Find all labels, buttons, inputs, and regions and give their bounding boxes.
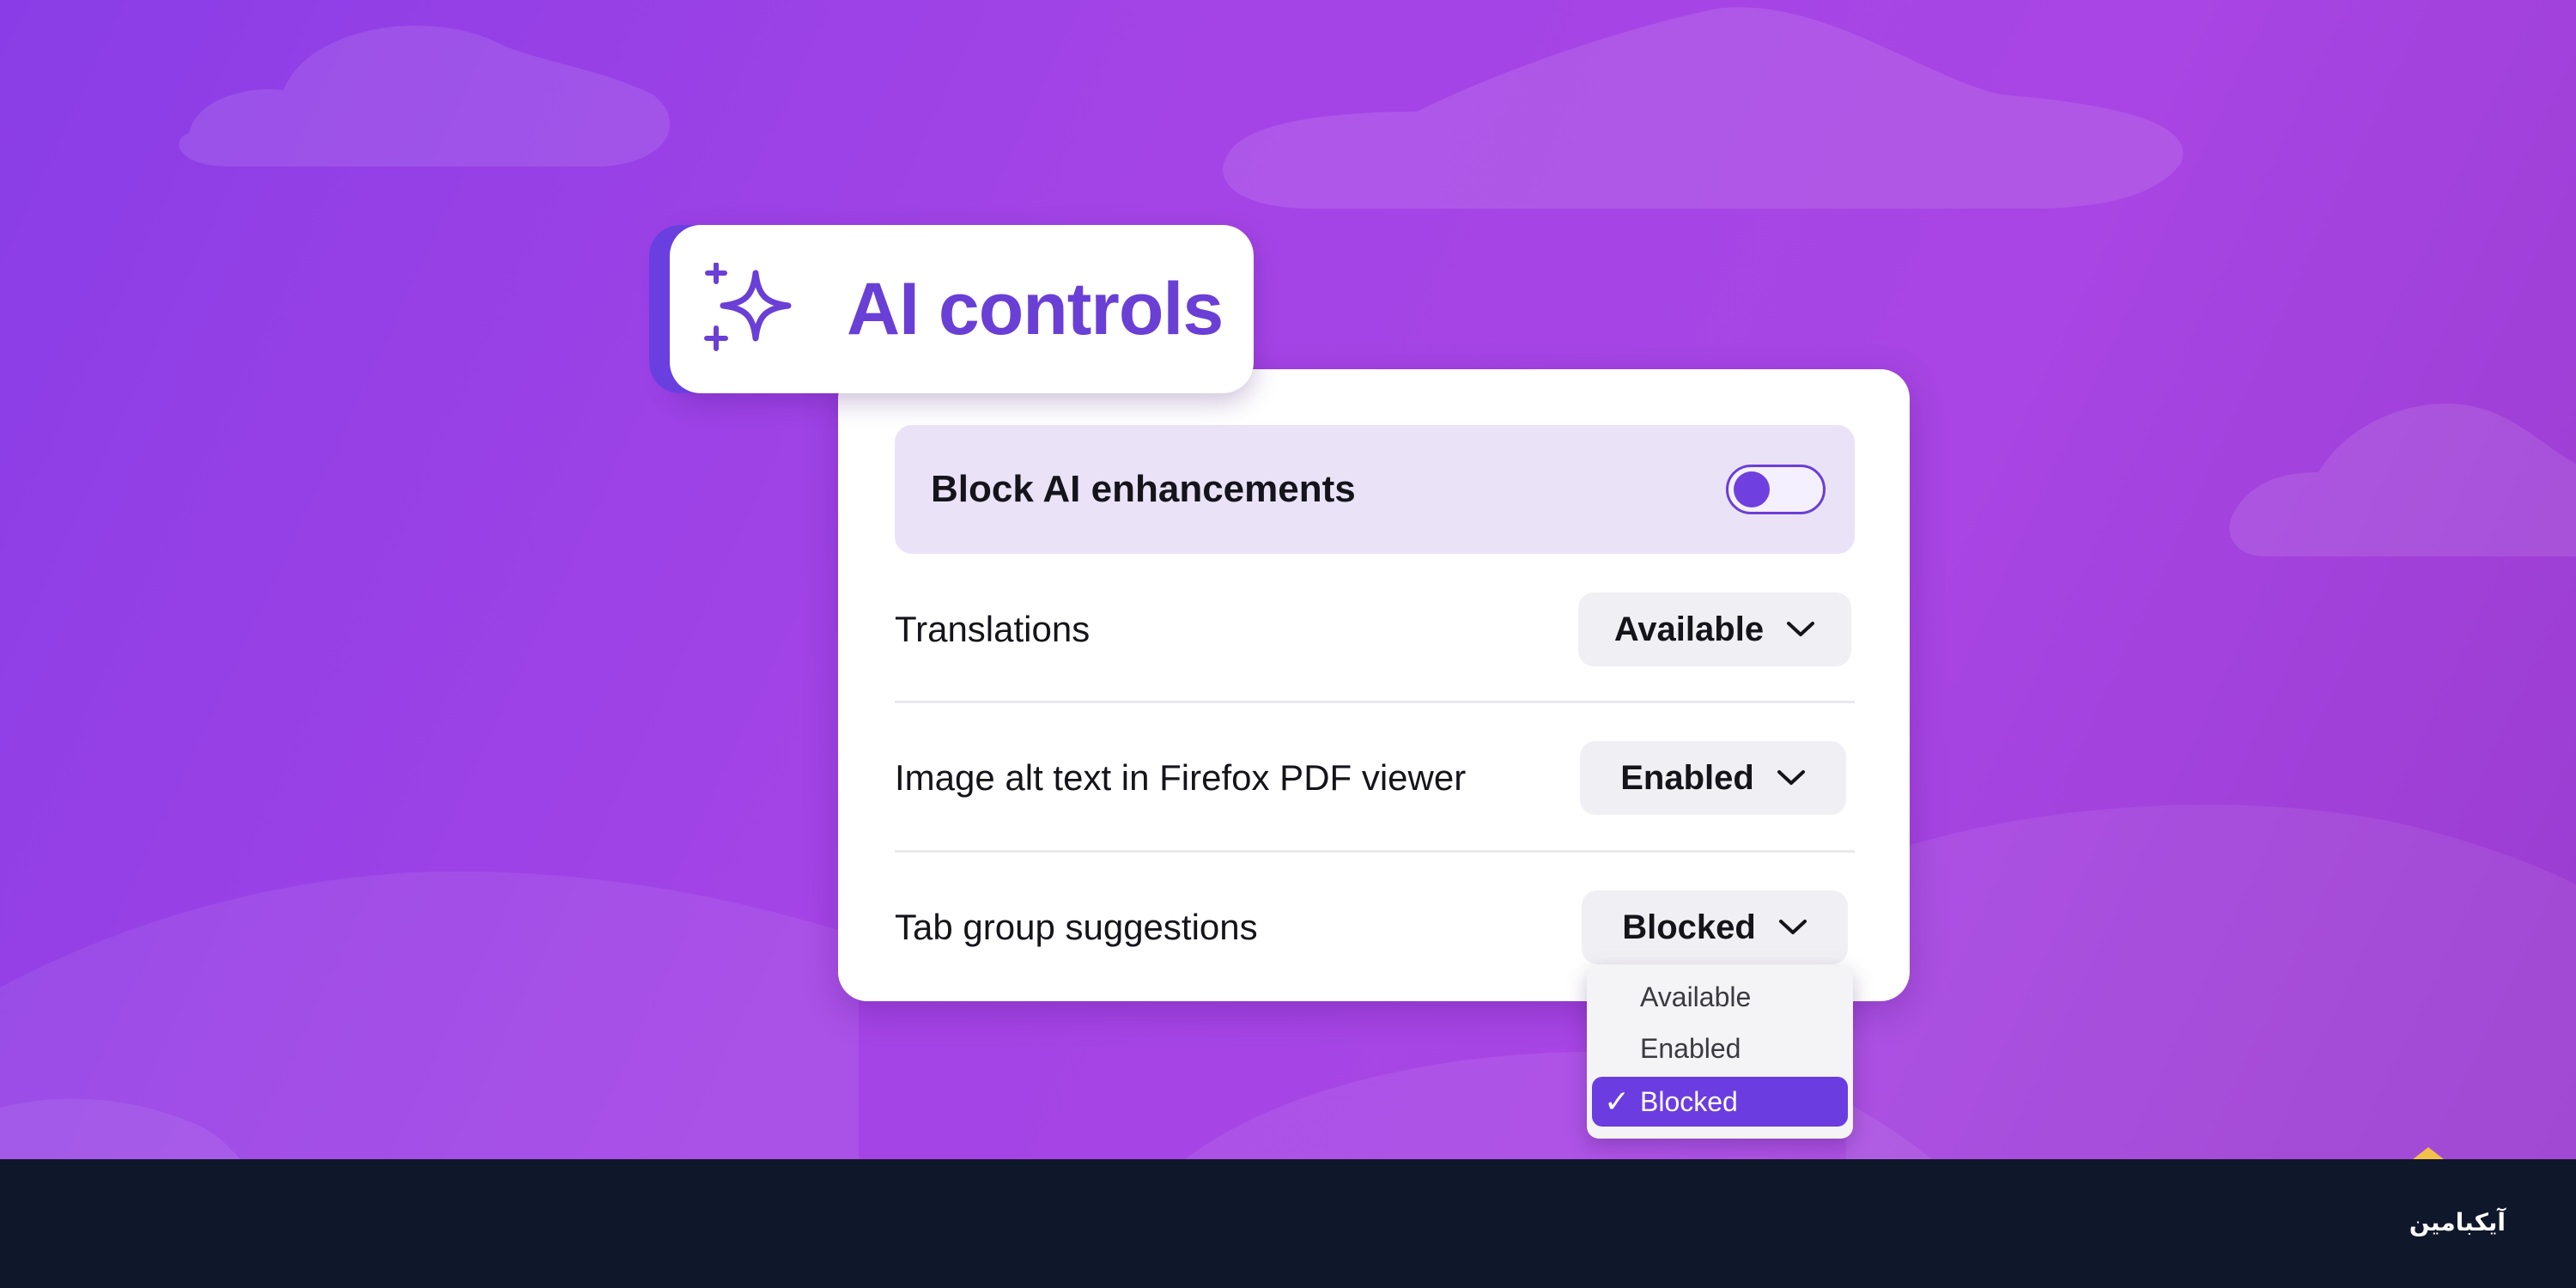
menu-item-label: Enabled: [1640, 1033, 1741, 1064]
setting-row-tab-group-suggestions: Tab group suggestions Blocked: [895, 884, 1855, 970]
divider: [895, 701, 1855, 703]
hero-background: Block AI enhancements Translations Avail…: [0, 0, 2576, 1159]
block-ai-enhancements-label: Block AI enhancements: [931, 468, 1356, 510]
tab-group-suggestions-dropdown-value: Blocked: [1622, 908, 1756, 946]
chevron-down-icon: [1777, 770, 1805, 785]
menu-item-label: Blocked: [1640, 1086, 1738, 1117]
site-logo: آیکبامین: [2409, 1209, 2506, 1236]
block-ai-enhancements-toggle[interactable]: [1726, 465, 1826, 514]
menu-item-label: Available: [1640, 981, 1752, 1012]
toggle-knob: [1734, 471, 1770, 507]
chevron-down-icon: [1778, 920, 1807, 934]
dropdown-menu: Available Enabled ✓ Blocked: [1587, 965, 1853, 1139]
block-ai-enhancements-row: Block AI enhancements: [895, 425, 1855, 554]
ai-controls-title-chip: AI controls: [670, 225, 1254, 393]
image-alt-text-label: Image alt text in Firefox PDF viewer: [895, 757, 1467, 798]
translations-dropdown-value: Available: [1613, 610, 1765, 648]
setting-row-translations: Translations Available: [895, 586, 1855, 672]
menu-item-enabled[interactable]: Enabled: [1592, 1024, 1848, 1073]
chevron-down-icon: [1787, 622, 1815, 636]
ai-controls-panel: Block AI enhancements Translations Avail…: [838, 369, 1910, 1001]
setting-row-image-alt-text: Image alt text in Firefox PDF viewer Ena…: [895, 735, 1855, 821]
check-icon: ✓: [1604, 1084, 1631, 1119]
translations-dropdown[interactable]: Available: [1578, 592, 1851, 666]
sparkle-icon: [704, 263, 792, 351]
menu-item-available[interactable]: Available: [1592, 972, 1848, 1022]
translations-label: Translations: [895, 609, 1091, 649]
tab-group-suggestions-dropdown[interactable]: Blocked: [1582, 890, 1848, 964]
tab-group-suggestions-label: Tab group suggestions: [895, 907, 1258, 947]
page-title: AI controls: [847, 268, 1224, 350]
divider: [895, 850, 1855, 853]
image-alt-text-dropdown[interactable]: Enabled: [1580, 741, 1846, 815]
menu-item-blocked[interactable]: ✓ Blocked: [1592, 1077, 1848, 1127]
footer-bar: آیکبامین: [0, 1159, 2576, 1288]
image-alt-text-dropdown-value: Enabled: [1620, 758, 1754, 797]
